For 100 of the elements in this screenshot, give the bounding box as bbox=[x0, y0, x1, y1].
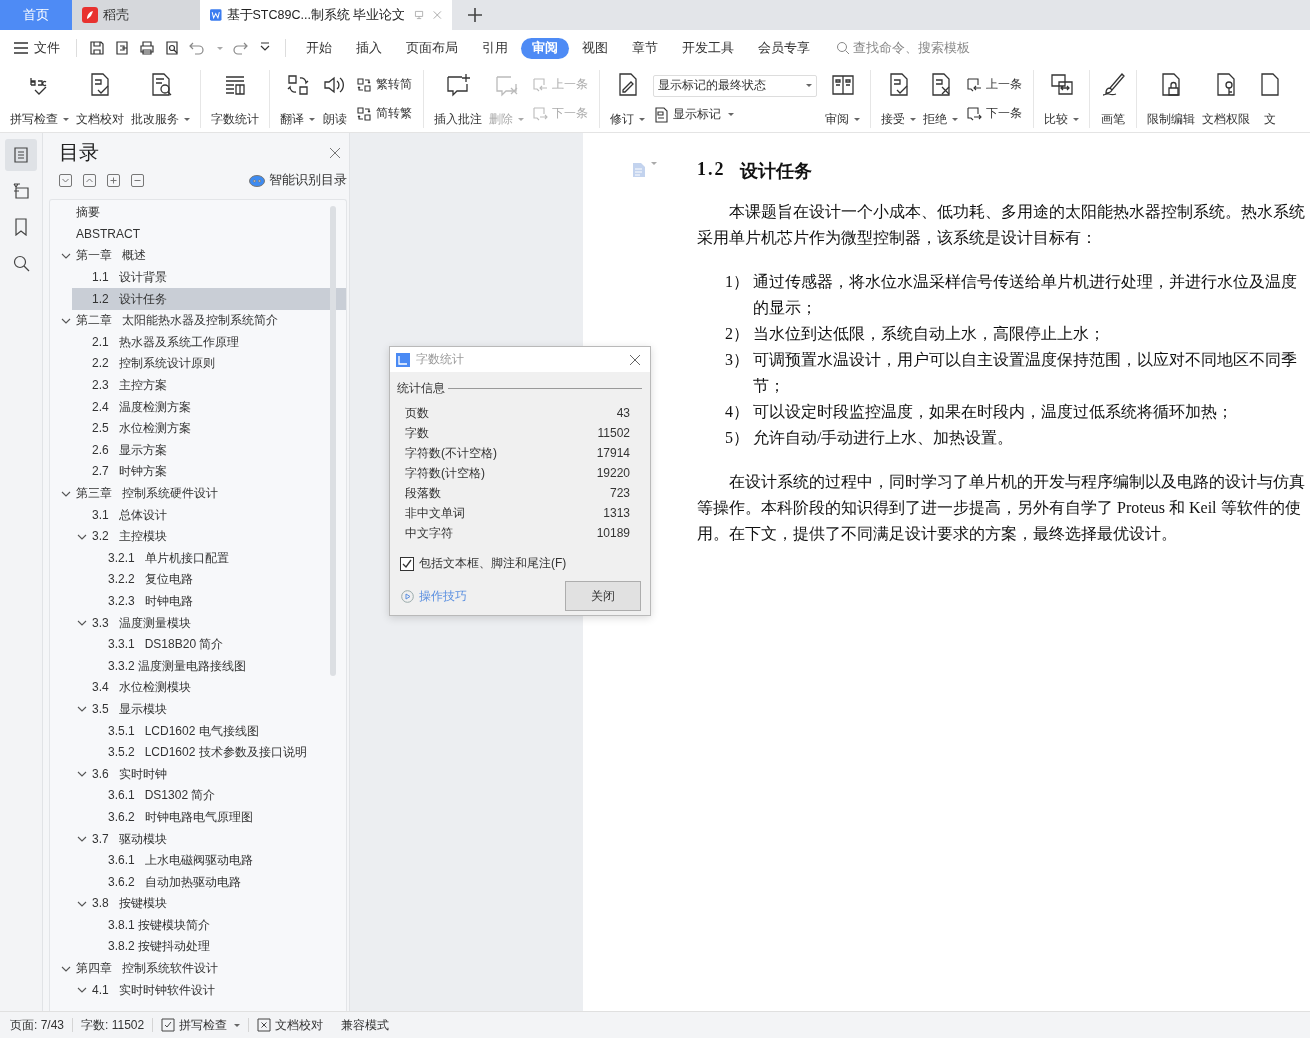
print-preview-icon[interactable] bbox=[164, 40, 180, 56]
ribbon-tab[interactable]: 插入 bbox=[345, 37, 393, 59]
file-menu-button[interactable]: 文件 bbox=[14, 39, 68, 57]
toc-item[interactable]: 3.6.2 时钟电路电气原理图 bbox=[88, 806, 346, 829]
ribbon-tab[interactable]: 开始 bbox=[295, 37, 343, 59]
word-count[interactable]: 字数: 11502 bbox=[81, 1016, 145, 1034]
app-logo-icon bbox=[396, 352, 410, 367]
toc-item[interactable]: 3.5.1 LCD1602 电气接线图 bbox=[88, 720, 346, 742]
toc-item[interactable]: 第四章 控制系统软件设计 bbox=[56, 957, 332, 980]
export-icon[interactable] bbox=[114, 40, 130, 56]
toc-item[interactable]: 3.4 水位检测模块 bbox=[72, 677, 346, 699]
ribbon-tab[interactable]: 页面布局 bbox=[395, 37, 469, 59]
stat-label: 中文字符 bbox=[405, 524, 453, 542]
toc-item[interactable]: 2.2 控制系统设计原则 bbox=[72, 353, 346, 375]
ribbon-button[interactable]: 接受 bbox=[879, 70, 918, 128]
close-icon[interactable] bbox=[329, 146, 341, 159]
ribbon-tab[interactable]: 开发工具 bbox=[671, 37, 745, 59]
ribbon-tab[interactable]: 视图 bbox=[571, 37, 619, 59]
toc-item[interactable]: 2.6 显示方案 bbox=[72, 439, 346, 462]
toc-item[interactable]: 2.3 主控方案 bbox=[72, 374, 346, 397]
chevron-icon[interactable] bbox=[77, 834, 87, 844]
toc-item[interactable]: 3.2.3 时钟电路 bbox=[88, 590, 346, 613]
toc-item[interactable]: 1.2 设计任务 bbox=[72, 288, 346, 310]
new-tab-icon[interactable] bbox=[468, 8, 482, 22]
ribbon-tab[interactable]: 章节 bbox=[621, 37, 669, 59]
spell-check-button[interactable]: 拼写检查 bbox=[161, 1016, 241, 1034]
ribbon-button[interactable]: 繁转简 bbox=[356, 76, 412, 93]
toc-item[interactable]: ABSTRACT bbox=[56, 223, 332, 246]
ribbon-button[interactable]: 文档校对 bbox=[74, 70, 126, 128]
toc-item[interactable]: 3.6 实时时钟 bbox=[72, 763, 346, 786]
toc-item[interactable]: 3.1 总体设计 bbox=[72, 504, 346, 526]
toc-item[interactable]: 2.1 热水器及系统工作原理 bbox=[72, 331, 346, 354]
ribbon-button[interactable]: 拼写检查 bbox=[8, 70, 71, 128]
toc-item[interactable]: 3.7 驱动模块 bbox=[72, 828, 346, 850]
table-of-contents-icon bbox=[12, 146, 30, 164]
ribbon-button[interactable]: 文档权限 bbox=[1200, 70, 1252, 128]
scrollbar[interactable] bbox=[330, 206, 336, 676]
ribbon-tab[interactable]: 会员专享 bbox=[747, 37, 821, 59]
cloud-icon bbox=[249, 174, 265, 187]
toc-item[interactable]: 3.8 按键模块 bbox=[72, 893, 346, 915]
ribbon-button[interactable]: 简转繁 bbox=[356, 105, 412, 122]
dialog-title: 字数统计 bbox=[416, 351, 465, 368]
toc-item[interactable]: 3.8.2 按键抖动处理 bbox=[88, 936, 346, 958]
close-icon[interactable] bbox=[629, 353, 641, 366]
document-tab[interactable]: 稻壳 bbox=[72, 0, 200, 30]
ribbon-button[interactable]: 字数统计 bbox=[209, 70, 261, 128]
ribbon-button[interactable]: 插入批注 bbox=[432, 70, 484, 128]
command-search-field[interactable]: 查找命令、搜索模板 bbox=[836, 41, 983, 55]
toc-item[interactable]: 2.7 时钟方案 bbox=[72, 461, 346, 483]
toc-item[interactable]: 2.5 水位检测方案 bbox=[72, 417, 346, 440]
toc-item[interactable]: 3.6.1 DS1302 简介 bbox=[88, 785, 346, 807]
save-icon[interactable] bbox=[89, 40, 105, 56]
side-panel-tab[interactable] bbox=[5, 139, 37, 171]
ribbon-button[interactable]: 下一条 bbox=[966, 105, 1022, 122]
ribbon-button[interactable]: 翻译 bbox=[278, 70, 317, 128]
print-icon[interactable] bbox=[139, 40, 155, 56]
toc-item[interactable]: 4.1 实时时钟软件设计 bbox=[72, 979, 346, 1001]
toc-item[interactable]: 3.8.1 按键模块简介 bbox=[88, 914, 346, 937]
list-text: 可调预置水温设计，用户可以自主设置温度保持范围，以应对不同地区不同季节； bbox=[753, 350, 1298, 396]
undo-icon[interactable] bbox=[189, 40, 205, 56]
ribbon-button[interactable]: 批改服务 bbox=[129, 70, 192, 128]
page-indicator[interactable]: 页面: 7/43 bbox=[10, 1016, 65, 1034]
list-number: 4） bbox=[725, 402, 750, 422]
show-markup-button[interactable]: 显示标记 bbox=[653, 106, 817, 124]
proofread-button[interactable]: 文档校对 bbox=[257, 1016, 324, 1034]
checkbox[interactable] bbox=[400, 556, 414, 571]
redo-icon[interactable] bbox=[232, 40, 248, 56]
plus-icon[interactable] bbox=[107, 174, 120, 187]
toc-item[interactable]: 3.6.1 上水电磁阀驱动电路 bbox=[88, 849, 346, 872]
toc-item[interactable]: 3.5.2 LCD1602 技术参数及接口说明 bbox=[88, 741, 346, 764]
minus-icon[interactable] bbox=[131, 174, 144, 187]
toc-item[interactable]: 摘要 bbox=[56, 202, 332, 224]
toc-item[interactable]: 2.4 温度检测方案 bbox=[72, 396, 346, 418]
toc-item[interactable]: 3.3.2 温度测量电路接线图 bbox=[88, 655, 346, 678]
ribbon-button[interactable]: 审阅 bbox=[823, 70, 862, 128]
toc-item[interactable]: 3.2.2 复位电路 bbox=[88, 569, 346, 591]
chevron-icon[interactable] bbox=[61, 251, 71, 261]
ribbon-button[interactable]: 比较 bbox=[1042, 70, 1081, 128]
markup-dropdown[interactable]: 显示标记的最终状态 bbox=[653, 74, 817, 97]
expand-icon[interactable] bbox=[83, 174, 96, 187]
caret-icon bbox=[806, 84, 812, 88]
ribbon-button[interactable]: 上一条 bbox=[966, 76, 1022, 93]
toc-item[interactable]: 3.6.2 自动加热驱动电路 bbox=[88, 871, 346, 893]
collapse-icon[interactable] bbox=[59, 174, 72, 187]
outline-icon bbox=[12, 182, 30, 200]
ribbon-button[interactable]: 画笔 bbox=[1098, 70, 1128, 128]
ribbon-button[interactable]: 修订 bbox=[608, 70, 647, 128]
toc-item[interactable]: 3.5 显示模块 bbox=[72, 698, 346, 721]
smart-toc-button[interactable]: 智能识别目录 bbox=[249, 172, 347, 189]
ribbon-button[interactable]: 拒绝 bbox=[921, 70, 960, 128]
toc-item[interactable]: 3.3.1 DS18B20 简介 bbox=[88, 633, 346, 656]
toc-item[interactable]: 1.1 设计背景 bbox=[72, 266, 346, 289]
ribbon-button[interactable]: 文 bbox=[1255, 70, 1285, 128]
list-text: 当水位到达低限，系统自动上水，高限停止上水； bbox=[753, 324, 1106, 344]
close-button[interactable]: 关闭 bbox=[565, 581, 641, 611]
ribbon-button[interactable]: 朗读 bbox=[320, 70, 350, 128]
toc-item[interactable]: 3.2.1 单片机接口配置 bbox=[88, 547, 346, 570]
ribbon-tab[interactable]: 引用 bbox=[471, 37, 519, 59]
ribbon-button[interactable]: 限制编辑 bbox=[1145, 70, 1197, 128]
include-checkbox[interactable]: 包括文本框、脚注和尾注(F) bbox=[400, 555, 642, 572]
